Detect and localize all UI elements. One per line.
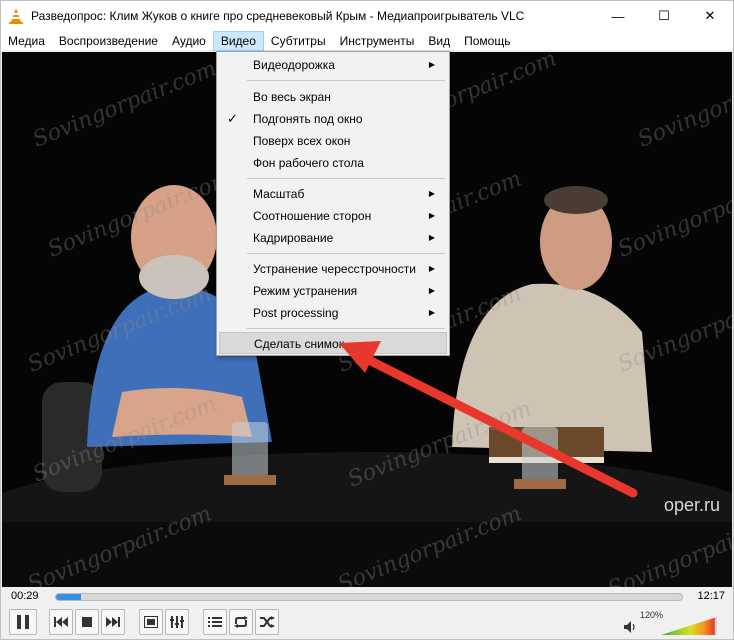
- submenu-arrow-icon: ▶: [428, 211, 435, 220]
- menu-item-post-processing[interactable]: Post processing ▶: [219, 302, 447, 324]
- menu-item-label: Видеодорожка: [253, 58, 335, 72]
- window-title: Разведопрос: Клим Жуков о книге про сред…: [31, 9, 525, 23]
- menu-item-wallpaper[interactable]: Фон рабочего стола: [219, 152, 447, 174]
- submenu-arrow-icon: ▶: [428, 286, 435, 295]
- shuffle-button[interactable]: [255, 609, 279, 635]
- loop-icon: [234, 616, 248, 628]
- pause-icon: [17, 615, 29, 629]
- stop-icon: [82, 617, 92, 627]
- elapsed-time: 00:29: [11, 590, 39, 602]
- menu-item-label: Соотношение сторон: [253, 209, 372, 223]
- total-time: 12:17: [697, 590, 725, 602]
- menu-item-fullscreen[interactable]: Во весь экран: [219, 86, 447, 108]
- previous-button[interactable]: [49, 609, 73, 635]
- control-bar: 120%: [1, 607, 733, 639]
- close-button[interactable]: ✕: [687, 1, 733, 31]
- menu-item-aspect-ratio[interactable]: Соотношение сторон ▶: [219, 205, 447, 227]
- menu-item-label: Устранение чересстрочности: [253, 262, 416, 276]
- checkmark-icon: ✓: [227, 111, 238, 126]
- volume-percent: 120%: [639, 610, 663, 620]
- menu-item-label: Фон рабочего стола: [253, 156, 364, 170]
- menu-separator: [247, 80, 445, 81]
- playlist-button[interactable]: [203, 609, 227, 635]
- menu-audio[interactable]: Аудио: [165, 31, 213, 51]
- title-bar: Разведопрос: Клим Жуков о книге про сред…: [1, 1, 733, 31]
- vlc-window: Разведопрос: Клим Жуков о книге про сред…: [0, 0, 734, 640]
- menu-tools[interactable]: Инструменты: [333, 31, 422, 51]
- fullscreen-icon: [144, 616, 158, 628]
- seek-slider[interactable]: [55, 593, 683, 601]
- speaker-icon[interactable]: [623, 620, 637, 634]
- stop-button[interactable]: [75, 609, 99, 635]
- menu-item-label: Кадрирование: [253, 231, 334, 245]
- next-icon: [106, 617, 120, 627]
- menu-video[interactable]: Видео: [212, 30, 264, 51]
- menu-item-video-track[interactable]: Видеодорожка ▶: [219, 54, 447, 76]
- menu-item-label: Поверх всех окон: [253, 134, 351, 148]
- seek-progress: [56, 594, 82, 600]
- menu-separator: [247, 328, 445, 329]
- menu-bar: Медиа Воспроизведение Аудио Видео Субтит…: [1, 30, 733, 51]
- volume-slider[interactable]: [661, 617, 717, 635]
- vlc-cone-icon: [9, 8, 23, 24]
- fullscreen-button[interactable]: [139, 609, 163, 635]
- minimize-button[interactable]: —: [595, 1, 641, 31]
- menu-playback[interactable]: Воспроизведение: [52, 31, 165, 51]
- shuffle-icon: [260, 616, 275, 628]
- menu-item-always-on-top[interactable]: Поверх всех окон: [219, 130, 447, 152]
- channel-logo: oper.ru: [663, 495, 720, 515]
- menu-subtitles[interactable]: Субтитры: [264, 31, 333, 51]
- previous-icon: [54, 617, 68, 627]
- next-button[interactable]: [101, 609, 125, 635]
- menu-view[interactable]: Вид: [421, 31, 457, 51]
- video-menu-dropdown: Видеодорожка ▶ Во весь экран ✓ Подгонять…: [216, 51, 450, 356]
- loop-button[interactable]: [229, 609, 253, 635]
- seek-row: 00:29 12:17: [1, 589, 733, 605]
- submenu-arrow-icon: ▶: [428, 233, 435, 242]
- menu-item-label: Post processing: [253, 306, 339, 320]
- submenu-arrow-icon: ▶: [428, 60, 435, 69]
- menu-separator: [247, 178, 445, 179]
- annotation-arrow: [339, 341, 638, 498]
- maximize-button[interactable]: ☐: [641, 1, 687, 31]
- menu-item-label: Режим устранения: [253, 284, 358, 298]
- menu-media[interactable]: Медиа: [1, 31, 52, 51]
- playlist-icon: [208, 617, 222, 627]
- submenu-arrow-icon: ▶: [428, 189, 435, 198]
- extended-settings-button[interactable]: [165, 609, 189, 635]
- menu-item-fit-window[interactable]: ✓ Подгонять под окно: [219, 108, 447, 130]
- submenu-arrow-icon: ▶: [428, 264, 435, 273]
- pause-button[interactable]: [9, 609, 37, 635]
- menu-item-label: Во весь экран: [253, 90, 331, 104]
- menu-item-crop[interactable]: Кадрирование ▶: [219, 227, 447, 249]
- menu-item-label: Подгонять под окно: [253, 112, 363, 126]
- menu-item-deinterlace[interactable]: Устранение чересстрочности ▶: [219, 258, 447, 280]
- equalizer-icon: [170, 616, 184, 628]
- submenu-arrow-icon: ▶: [428, 308, 435, 317]
- menu-item-deinterlace-mode[interactable]: Режим устранения ▶: [219, 280, 447, 302]
- menu-item-label: Масштаб: [253, 187, 305, 201]
- menu-item-zoom[interactable]: Масштаб ▶: [219, 183, 447, 205]
- menu-separator: [247, 253, 445, 254]
- menu-help[interactable]: Помощь: [457, 31, 517, 51]
